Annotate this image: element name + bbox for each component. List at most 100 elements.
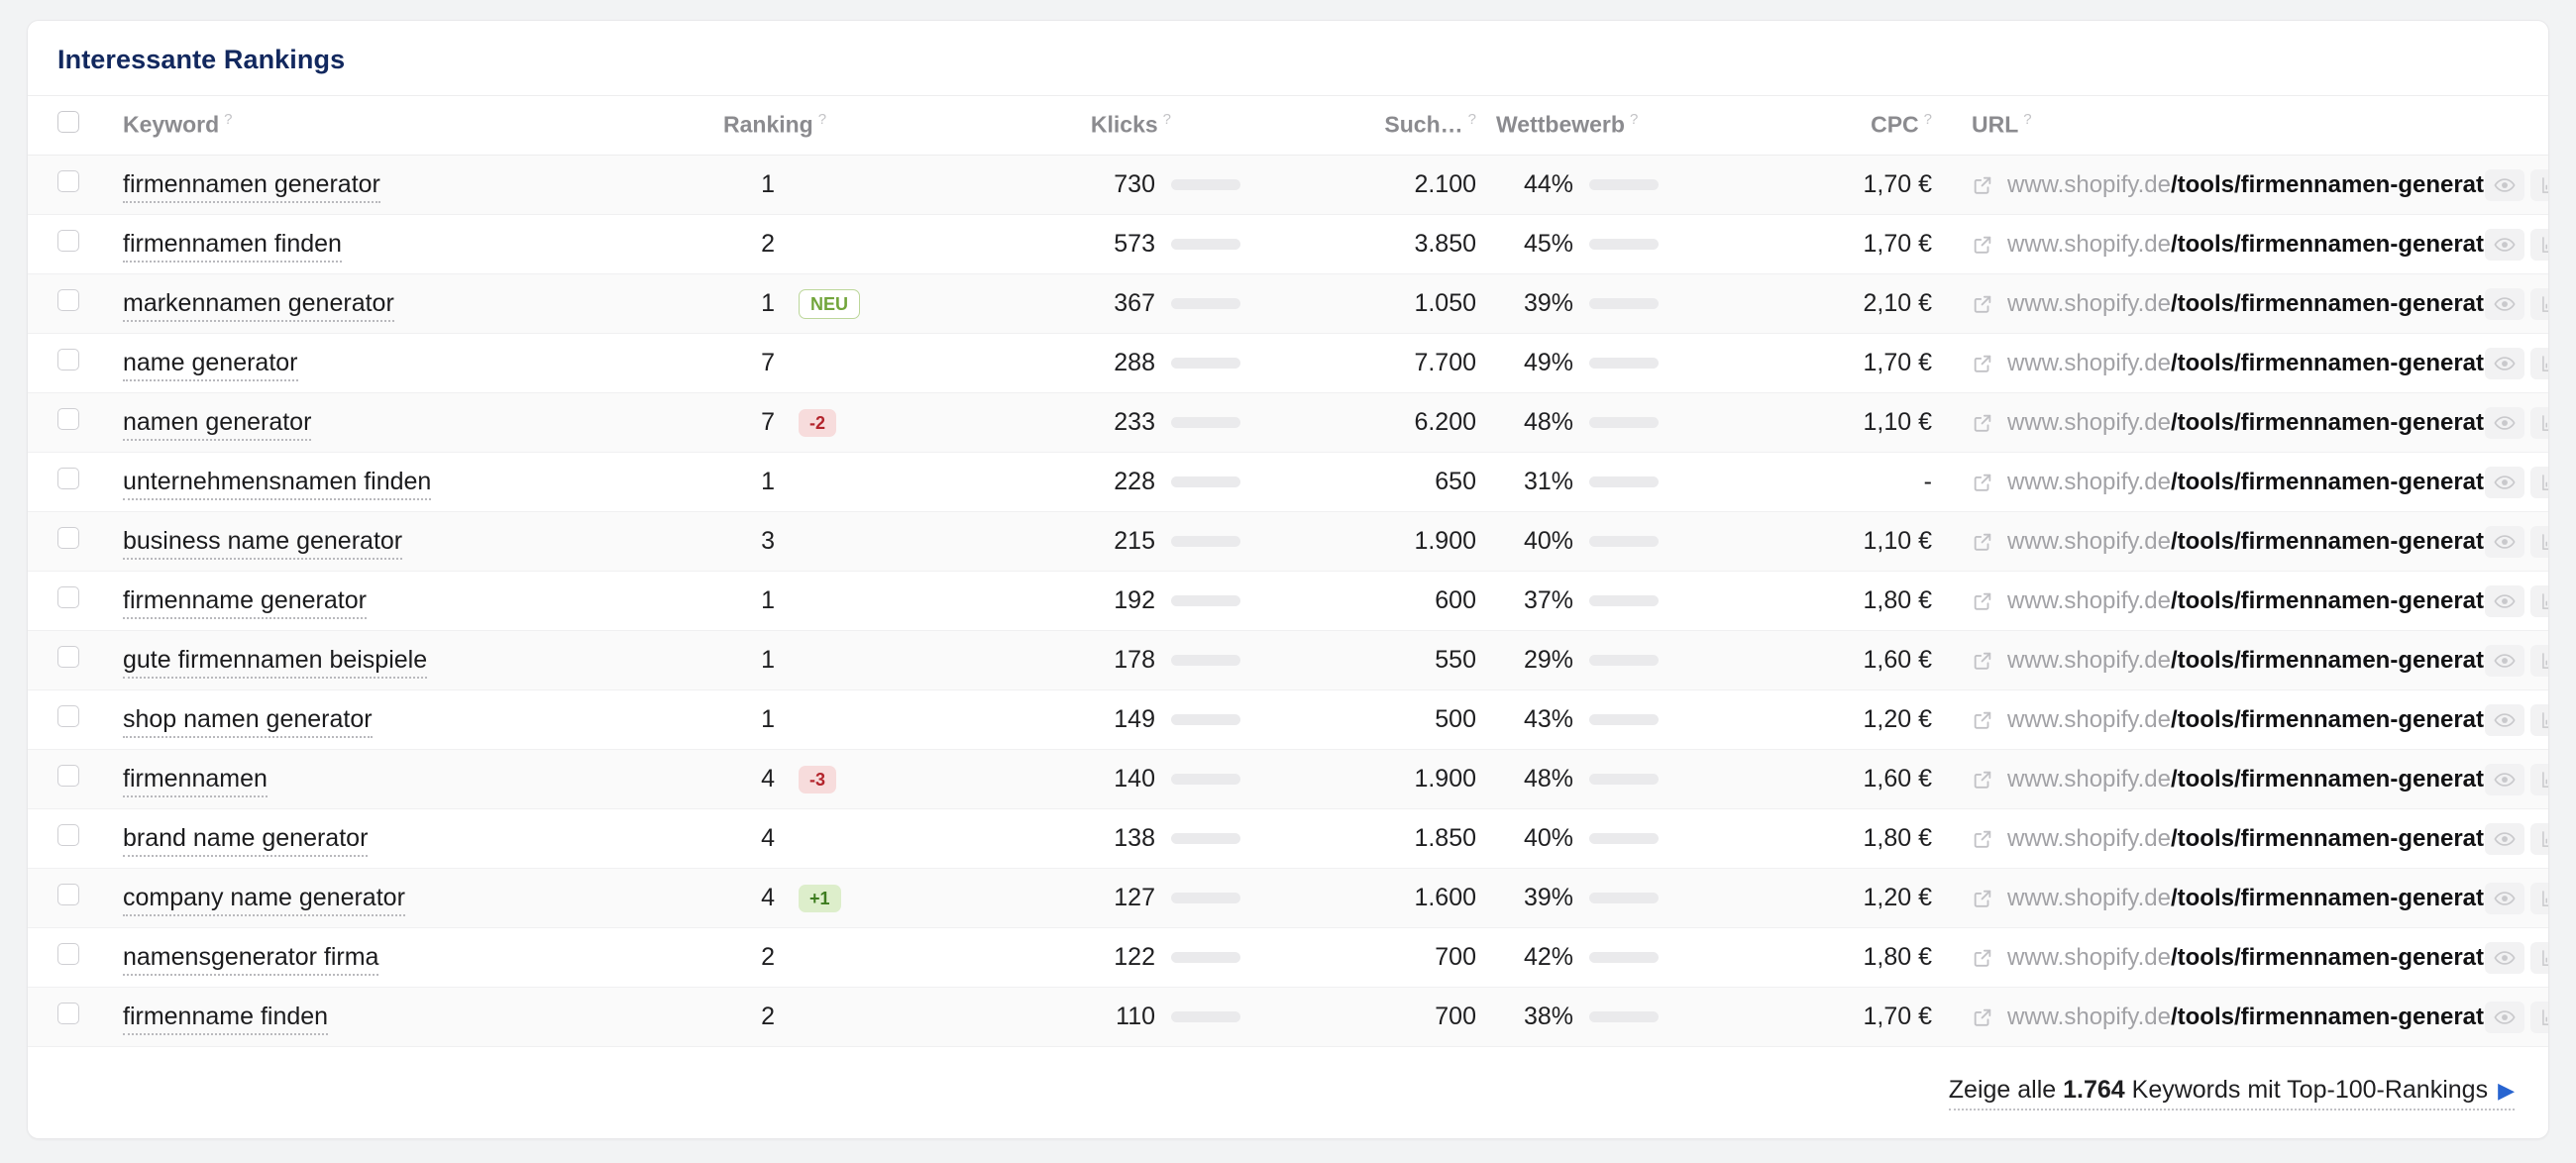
url-link[interactable]: www.shopify.de/tools/firmennamen-generat… — [1972, 825, 2508, 853]
chart-icon[interactable] — [2530, 466, 2548, 498]
table-row[interactable]: shop namen generator 1 149 500 43% 1,20 € www.… — [28, 689, 2548, 750]
help-icon[interactable]: ? — [1630, 111, 1638, 128]
help-icon[interactable]: ? — [1924, 111, 1932, 128]
url-link[interactable]: www.shopify.de/tools/firmennamen-generat… — [1972, 528, 2508, 556]
chart-icon[interactable] — [2530, 644, 2548, 677]
chart-icon[interactable] — [2530, 822, 2548, 855]
url-link[interactable]: www.shopify.de/tools/firmennamen-generat… — [1972, 290, 2508, 318]
keyword-link[interactable]: namensgenerator firma — [123, 943, 379, 976]
url-link[interactable]: www.shopify.de/tools/firmennamen-generat… — [1972, 766, 2508, 793]
url-link[interactable]: www.shopify.de/tools/firmennamen-generat… — [1972, 469, 2508, 496]
table-row[interactable]: markennamen generator 1 NEU 367 1.050 39% 2,10… — [28, 273, 2548, 334]
row-checkbox[interactable] — [57, 527, 79, 549]
keyword-link[interactable]: firmennamen generator — [123, 170, 380, 203]
row-checkbox[interactable] — [57, 289, 79, 311]
show-all-keywords-link[interactable]: Zeige alle 1.764 Keywords mit Top-100-Ra… — [1948, 1076, 2515, 1110]
row-checkbox[interactable] — [57, 586, 79, 608]
chart-icon[interactable] — [2530, 882, 2548, 914]
preview-eye-icon[interactable] — [2485, 763, 2524, 795]
column-header-keyword[interactable]: Keyword? — [89, 96, 713, 156]
column-header-wettbewerb[interactable]: Wettbewerb? — [1496, 96, 1778, 156]
column-header-suchvolumen[interactable]: Such…? — [1258, 96, 1496, 156]
table-row[interactable]: firmenname finden 2 110 700 38% 1,70 € www.sho… — [28, 987, 2548, 1047]
row-checkbox[interactable] — [57, 765, 79, 787]
table-row[interactable]: business name generator 3 215 1.900 40% 1,10 … — [28, 511, 2548, 572]
chart-icon[interactable] — [2530, 525, 2548, 558]
keyword-link[interactable]: gute firmennamen beispiele — [123, 646, 428, 679]
row-checkbox[interactable] — [57, 349, 79, 370]
table-row[interactable]: brand name generator 4 138 1.850 40% 1,80 € ww… — [28, 808, 2548, 869]
table-row[interactable]: gute firmennamen beispiele 1 178 550 29% 1,60… — [28, 630, 2548, 690]
preview-eye-icon[interactable] — [2485, 703, 2524, 736]
preview-eye-icon[interactable] — [2485, 644, 2524, 677]
table-row[interactable]: namen generator 7 -2 233 6.200 48% 1,10 € www.s… — [28, 392, 2548, 453]
keyword-link[interactable]: shop namen generator — [123, 705, 373, 738]
chart-icon[interactable] — [2530, 763, 2548, 795]
chart-icon[interactable] — [2530, 168, 2548, 201]
help-icon[interactable]: ? — [2023, 111, 2031, 128]
table-row[interactable]: name generator 7 288 7.700 49% 1,70 € www.shop… — [28, 333, 2548, 393]
chart-icon[interactable] — [2530, 347, 2548, 379]
keyword-link[interactable]: firmennamen finden — [123, 230, 342, 263]
help-icon[interactable]: ? — [1163, 111, 1171, 128]
url-link[interactable]: www.shopify.de/tools/firmennamen-generat… — [1972, 647, 2508, 675]
keyword-link[interactable]: firmenname finden — [123, 1003, 329, 1035]
keyword-link[interactable]: name generator — [123, 349, 298, 381]
preview-eye-icon[interactable] — [2485, 168, 2524, 201]
chart-icon[interactable] — [2530, 941, 2548, 974]
chart-icon[interactable] — [2530, 287, 2548, 320]
chart-icon[interactable] — [2530, 703, 2548, 736]
chart-icon[interactable] — [2530, 1001, 2548, 1033]
row-checkbox[interactable] — [57, 646, 79, 668]
select-all-checkbox[interactable] — [57, 111, 79, 133]
preview-eye-icon[interactable] — [2485, 228, 2524, 261]
table-row[interactable]: firmenname generator 1 192 600 37% 1,80 € www.… — [28, 571, 2548, 631]
help-icon[interactable]: ? — [224, 111, 232, 128]
keyword-link[interactable]: business name generator — [123, 527, 403, 560]
chart-icon[interactable] — [2530, 406, 2548, 439]
keyword-link[interactable]: brand name generator — [123, 824, 369, 857]
url-link[interactable]: www.shopify.de/tools/firmennamen-generat… — [1972, 350, 2508, 377]
table-row[interactable]: company name generator 4 +1 127 1.600 39% 1,20… — [28, 868, 2548, 928]
row-checkbox[interactable] — [57, 230, 79, 252]
table-row[interactable]: unternehmensnamen finden 1 228 650 31% - www.s… — [28, 452, 2548, 512]
table-row[interactable]: firmennamen finden 2 573 3.850 45% 1,70 € www.… — [28, 214, 2548, 274]
row-checkbox[interactable] — [57, 943, 79, 965]
row-checkbox[interactable] — [57, 705, 79, 727]
chart-icon[interactable] — [2530, 584, 2548, 617]
preview-eye-icon[interactable] — [2485, 882, 2524, 914]
preview-eye-icon[interactable] — [2485, 1001, 2524, 1033]
row-checkbox[interactable] — [57, 1003, 79, 1024]
preview-eye-icon[interactable] — [2485, 941, 2524, 974]
url-link[interactable]: www.shopify.de/tools/firmennamen-generat… — [1972, 885, 2508, 912]
preview-eye-icon[interactable] — [2485, 347, 2524, 379]
url-link[interactable]: www.shopify.de/tools/firmennamen-generat… — [1972, 944, 2508, 972]
table-row[interactable]: namensgenerator firma 2 122 700 42% 1,80 € www… — [28, 927, 2548, 988]
table-row[interactable]: firmennamen 4 -3 140 1.900 48% 1,60 € www.shopi… — [28, 749, 2548, 809]
preview-eye-icon[interactable] — [2485, 466, 2524, 498]
url-link[interactable]: www.shopify.de/tools/firmennamen-generat… — [1972, 587, 2508, 615]
chart-icon[interactable] — [2530, 228, 2548, 261]
row-checkbox[interactable] — [57, 884, 79, 905]
keyword-link[interactable]: firmennamen — [123, 765, 268, 797]
preview-eye-icon[interactable] — [2485, 525, 2524, 558]
keyword-link[interactable]: company name generator — [123, 884, 405, 916]
keyword-link[interactable]: unternehmensnamen finden — [123, 468, 432, 500]
url-link[interactable]: www.shopify.de/tools/firmennamen-generat… — [1972, 171, 2508, 199]
row-checkbox[interactable] — [57, 824, 79, 846]
url-link[interactable]: www.shopify.de/tools/firmennamen-generat… — [1972, 1004, 2508, 1031]
preview-eye-icon[interactable] — [2485, 406, 2524, 439]
url-link[interactable]: www.shopify.de/tools/firmennamen-generat… — [1972, 409, 2508, 437]
preview-eye-icon[interactable] — [2485, 287, 2524, 320]
table-row[interactable]: firmennamen generator 1 730 2.100 44% 1,70 € w… — [28, 155, 2548, 215]
row-checkbox[interactable] — [57, 468, 79, 489]
help-icon[interactable]: ? — [818, 111, 826, 128]
column-header-ranking[interactable]: Ranking? — [713, 96, 961, 156]
column-header-klicks[interactable]: Klicks? — [961, 96, 1258, 156]
help-icon[interactable]: ? — [1468, 111, 1476, 128]
keyword-link[interactable]: markennamen generator — [123, 289, 394, 322]
column-header-cpc[interactable]: CPC? — [1778, 96, 1942, 156]
preview-eye-icon[interactable] — [2485, 584, 2524, 617]
column-header-url[interactable]: URL? — [1942, 96, 2548, 156]
url-link[interactable]: www.shopify.de/tools/firmennamen-generat… — [1972, 231, 2508, 259]
